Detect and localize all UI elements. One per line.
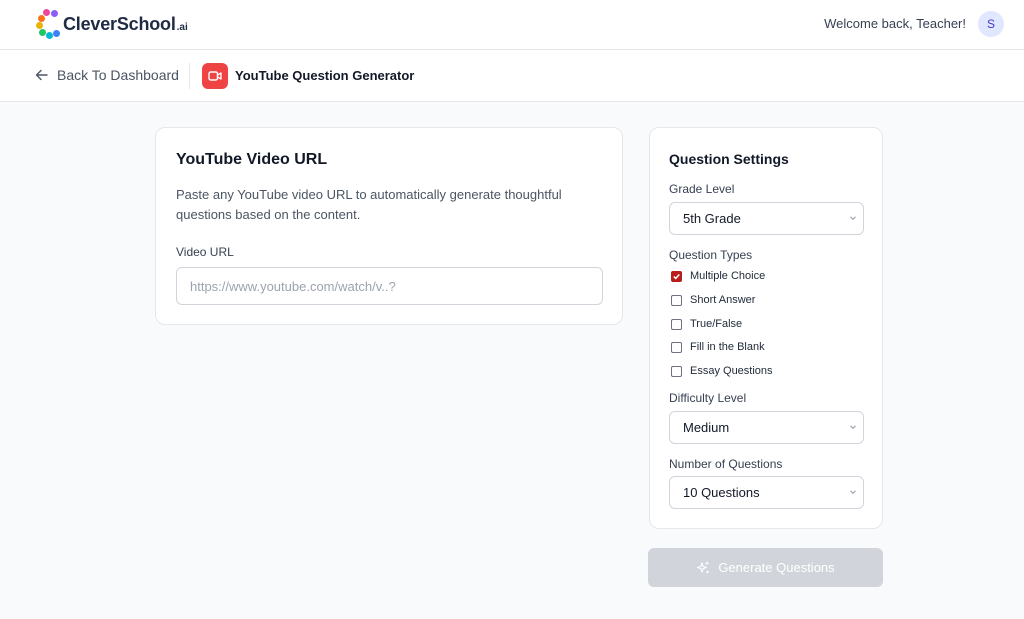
back-to-dashboard-link[interactable]: Back To Dashboard — [35, 67, 179, 83]
welcome-text: Welcome back, Teacher! — [824, 16, 966, 31]
check-icon — [673, 273, 680, 279]
question-type-label: Essay Questions — [690, 365, 773, 377]
chevron-down-icon — [850, 216, 856, 221]
checkbox[interactable] — [671, 365, 682, 377]
grade-level-value: 5th Grade — [683, 211, 741, 226]
number-of-questions-label: Number of Questions — [669, 457, 783, 471]
difficulty-level-value: Medium — [683, 420, 730, 435]
logo-icon — [36, 9, 60, 39]
checkbox[interactable] — [671, 294, 682, 306]
top-header: CleverSchool .ai Welcome back, Teacher! … — [0, 0, 1024, 50]
video-url-label: Video URL — [176, 245, 234, 259]
chevron-down-icon — [850, 490, 856, 495]
question-types-label: Question Types — [669, 248, 753, 262]
video-url-description: Paste any YouTube video URL to automatic… — [176, 187, 562, 222]
avatar[interactable]: S — [978, 11, 1004, 37]
arrow-left-icon — [35, 69, 48, 81]
logo-suffix: .ai — [176, 21, 188, 33]
checkbox[interactable] — [671, 318, 682, 330]
question-type-true-false[interactable]: True/False — [671, 318, 742, 330]
sparkles-icon — [697, 561, 710, 573]
number-of-questions-value: 10 Questions — [683, 485, 760, 500]
question-type-fill-in-the-blank[interactable]: Fill in the Blank — [671, 341, 765, 353]
question-type-label: True/False — [690, 318, 743, 330]
video-url-card: YouTube Video URL Paste any YouTube vide… — [155, 127, 623, 325]
chevron-down-icon — [850, 425, 856, 430]
question-settings-card: Question Settings Grade Level 5th Grade … — [649, 127, 883, 529]
difficulty-level-select[interactable]: Medium — [669, 411, 864, 444]
logo-text: CleverSchool — [63, 13, 176, 34]
question-type-multiple-choice[interactable]: Multiple Choice — [671, 270, 765, 282]
number-of-questions-select[interactable]: 10 Questions — [669, 476, 864, 509]
checkbox[interactable] — [671, 341, 682, 353]
question-type-short-answer[interactable]: Short Answer — [671, 294, 755, 306]
header-divider — [189, 63, 190, 89]
grade-level-select[interactable]: 5th Grade — [669, 202, 864, 235]
question-type-essay[interactable]: Essay Questions — [671, 365, 773, 377]
question-type-label: Short Answer — [690, 294, 756, 306]
video-url-card-title: YouTube Video URL — [176, 151, 328, 168]
sub-header: Back To Dashboard YouTube Question Gener… — [0, 50, 1024, 102]
question-type-label: Multiple Choice — [690, 270, 766, 282]
generate-questions-label: Generate Questions — [718, 560, 835, 575]
back-label: Back To Dashboard — [57, 67, 179, 83]
question-type-label: Fill in the Blank — [690, 341, 765, 353]
grade-level-label: Grade Level — [669, 182, 735, 196]
settings-title: Question Settings — [669, 151, 789, 167]
page-title: YouTube Question Generator — [235, 68, 415, 83]
checkbox-checked[interactable] — [671, 270, 682, 282]
difficulty-level-label: Difficulty Level — [669, 391, 747, 405]
video-camera-icon — [202, 63, 228, 89]
video-url-input[interactable] — [176, 267, 603, 305]
generate-questions-button[interactable]: Generate Questions — [648, 548, 883, 587]
app-logo[interactable]: CleverSchool .ai — [36, 9, 188, 39]
